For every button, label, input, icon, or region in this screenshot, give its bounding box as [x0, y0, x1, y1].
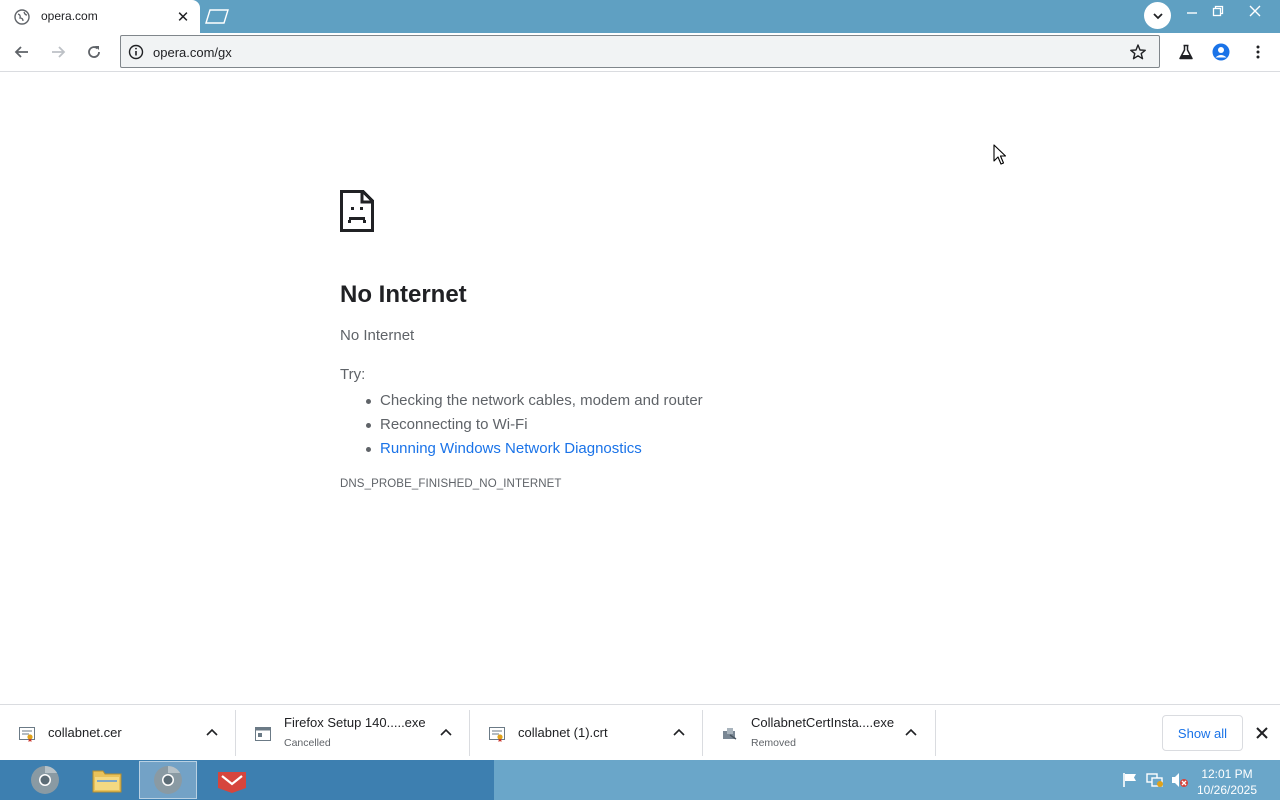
taskbar-app-red[interactable] [203, 761, 261, 799]
error-page: No Internet No Internet Try: Checking th… [0, 72, 1280, 704]
suggestion-list: Checking the network cables, modem and r… [366, 389, 703, 461]
download-item[interactable]: CollabnetCertInsta....exe Removed [703, 710, 936, 756]
restore-button[interactable] [1203, 0, 1233, 22]
download-item[interactable]: Firefox Setup 140.....exe Cancelled [236, 710, 470, 756]
minimize-icon [1187, 12, 1197, 14]
clock-date: 10/26/2025 [1196, 783, 1258, 797]
executable-file-icon [255, 727, 271, 741]
reload-icon [88, 46, 100, 58]
labs-button[interactable] [1171, 37, 1201, 67]
try-label: Try: [340, 366, 366, 383]
download-status: Cancelled [284, 737, 331, 749]
certificate-file-icon [19, 727, 35, 742]
folder-icon [92, 770, 122, 793]
tab-title: opera.com [41, 9, 98, 23]
download-shelf: collabnet.cer Firefox Setup 140.....exe … [0, 704, 1280, 760]
taskbar-file-explorer[interactable] [78, 761, 136, 799]
network-diagnostics-link[interactable]: Running Windows Network Diagnostics [366, 437, 703, 461]
download-item[interactable]: collabnet (1).crt [470, 710, 703, 756]
page-title: No Internet [340, 281, 467, 308]
chevron-up-icon[interactable] [438, 725, 454, 741]
taskbar-clock[interactable]: 12:01 PM 10/26/2025 [1196, 766, 1258, 798]
tab-search-button[interactable] [1144, 2, 1171, 29]
reload-button[interactable] [79, 37, 109, 67]
flask-icon [1179, 44, 1193, 60]
arrow-left-icon [14, 46, 28, 58]
arrow-right-icon [52, 46, 66, 58]
taskbar-chrome-app[interactable] [16, 761, 74, 799]
chrome-icon [31, 766, 59, 794]
network-icon[interactable] [1146, 772, 1164, 788]
kebab-menu-icon [1256, 45, 1260, 59]
globe-icon [14, 9, 30, 25]
windows-taskbar: 12:01 PM 10/26/2025 [0, 760, 1280, 800]
avatar-icon [1212, 43, 1230, 61]
taskbar-chrome-active[interactable] [139, 761, 197, 799]
sad-document-icon [340, 190, 374, 232]
menu-button[interactable] [1243, 37, 1273, 67]
chevron-up-icon[interactable] [671, 725, 687, 741]
tab-close-icon[interactable]: ✕ [174, 8, 192, 26]
flag-icon[interactable] [1121, 772, 1139, 788]
download-filename: collabnet.cer [48, 725, 122, 740]
bookmark-star-icon[interactable] [1129, 43, 1147, 61]
forward-button[interactable] [43, 37, 73, 67]
mouse-pointer-icon [993, 144, 1007, 165]
error-subtitle: No Internet [340, 327, 415, 344]
download-filename: CollabnetCertInsta....exe [751, 715, 895, 730]
browser-toolbar: opera.com/gx [0, 33, 1280, 72]
chrome-icon [154, 766, 182, 794]
close-icon[interactable] [1252, 723, 1272, 743]
address-url: opera.com/gx [153, 45, 232, 60]
tab-strip: opera.com ✕ [0, 0, 1280, 33]
restore-icon [1212, 5, 1224, 17]
error-code: DNS_PROBE_FINISHED_NO_INTERNET [340, 478, 562, 490]
list-item: Checking the network cables, modem and r… [366, 389, 703, 413]
chevron-up-icon[interactable] [204, 725, 220, 741]
download-filename: Firefox Setup 140.....exe [284, 715, 426, 730]
clock-time: 12:01 PM [1201, 767, 1253, 781]
app-icon [218, 772, 246, 793]
back-button[interactable] [7, 37, 37, 67]
chevron-down-icon [1152, 12, 1163, 19]
close-window-button[interactable] [1240, 0, 1270, 22]
new-tab-icon[interactable] [204, 8, 230, 25]
certificate-file-icon [489, 727, 505, 742]
profile-button[interactable] [1206, 37, 1236, 67]
volume-muted-icon[interactable] [1171, 772, 1189, 788]
download-status: Removed [751, 737, 796, 749]
show-all-button[interactable]: Show all [1162, 715, 1243, 751]
download-item[interactable]: collabnet.cer [0, 710, 236, 756]
download-filename: collabnet (1).crt [518, 725, 608, 740]
installer-file-icon [723, 728, 737, 740]
chevron-up-icon[interactable] [903, 725, 919, 741]
info-icon[interactable] [127, 43, 145, 61]
close-icon [1249, 5, 1261, 17]
tab-opera[interactable]: opera.com ✕ [0, 0, 200, 33]
address-bar[interactable]: opera.com/gx [120, 35, 1160, 68]
list-item: Reconnecting to Wi-Fi [366, 413, 703, 437]
